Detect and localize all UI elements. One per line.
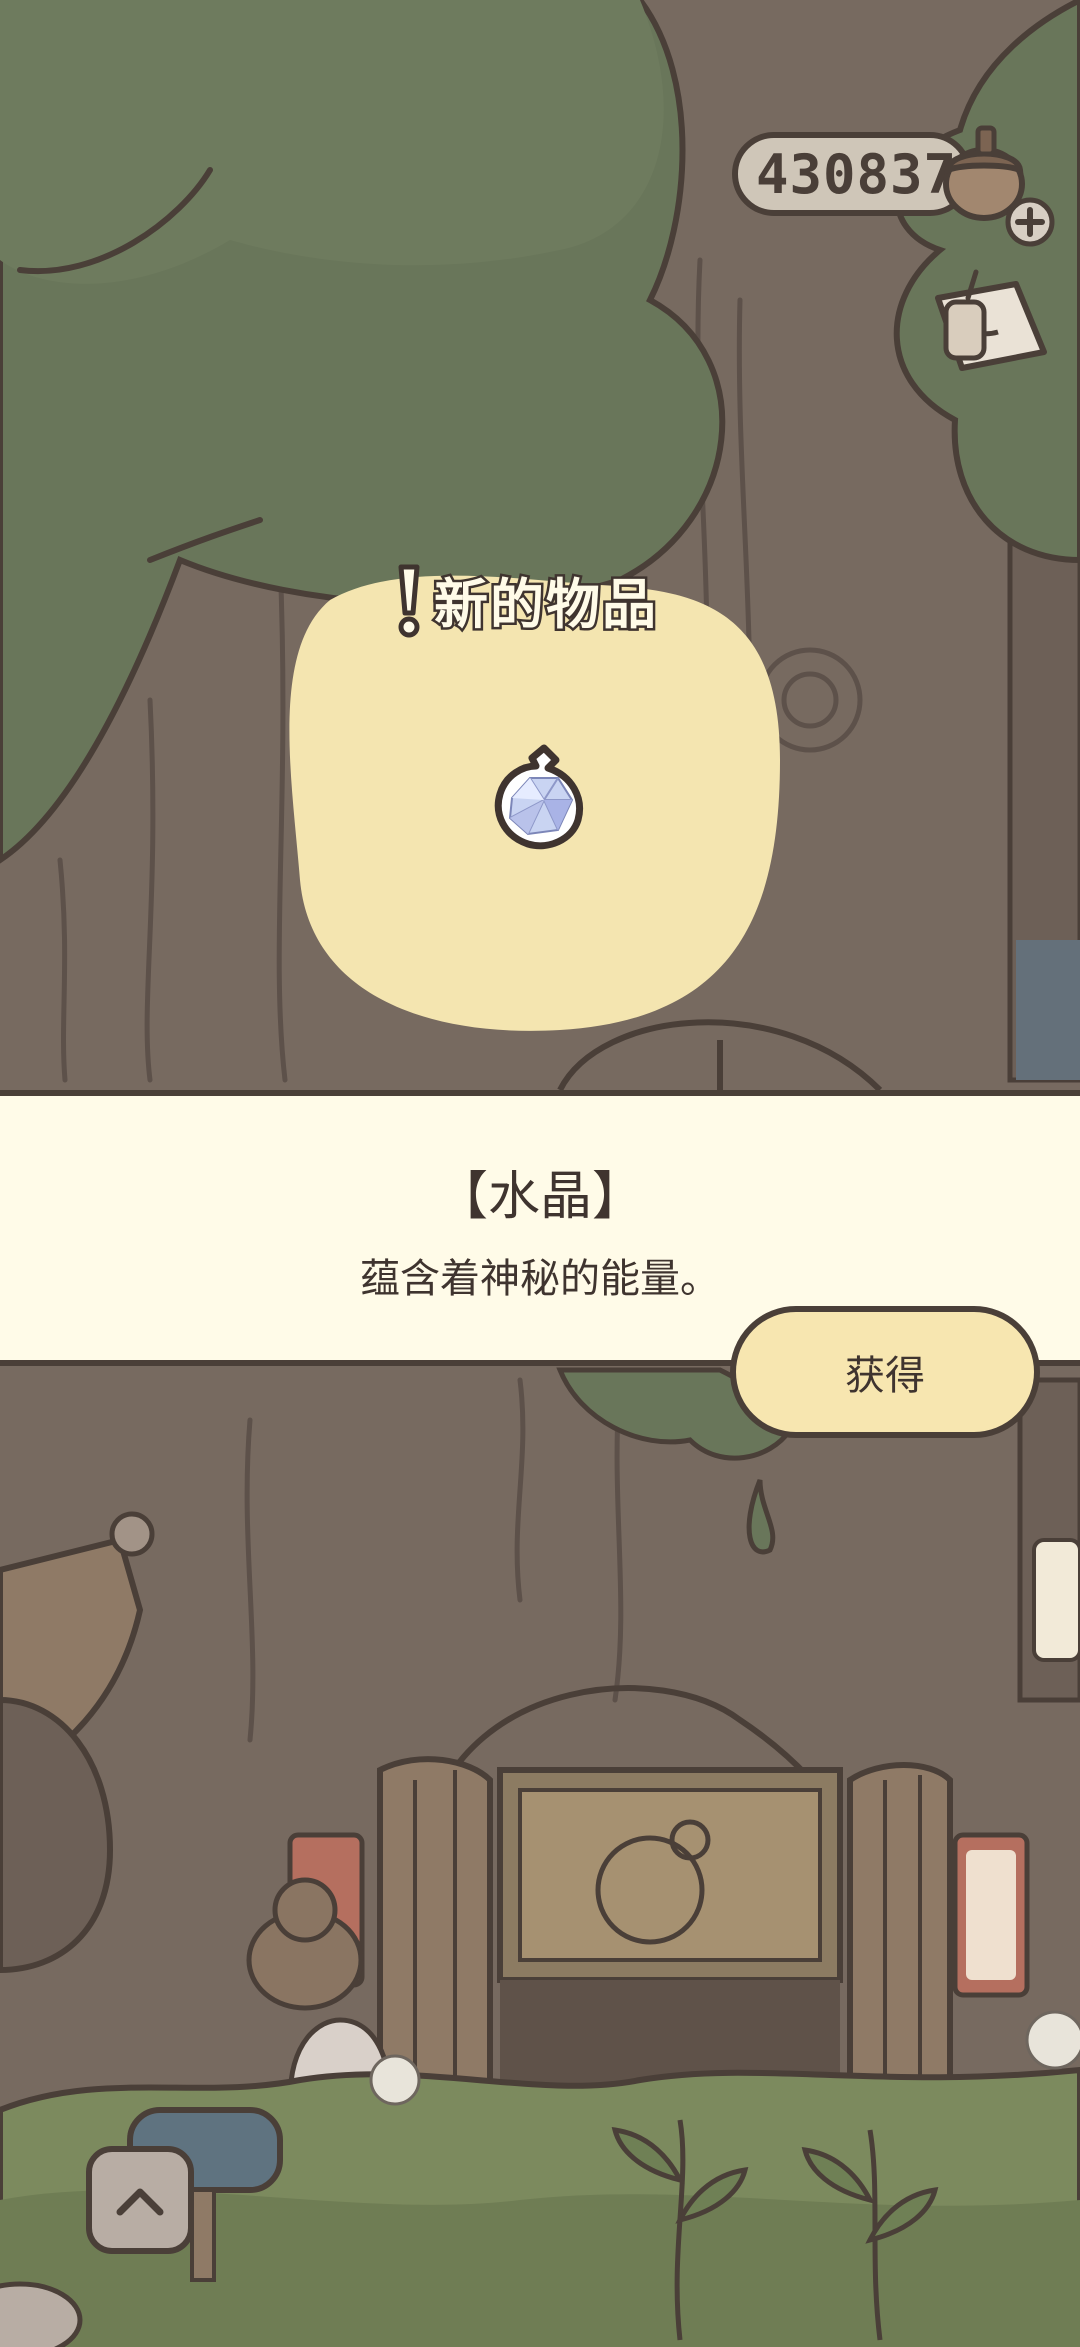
game-screen: 430837 新的物品 【水晶】 蕴含着神秘的能量。 获得 (0, 0, 1080, 2347)
new-item-label: 新的物品 (392, 560, 659, 639)
plus-icon[interactable] (1004, 196, 1056, 248)
obtain-button[interactable]: 获得 (730, 1306, 1040, 1438)
new-item-title: 新的物品 (432, 571, 659, 639)
item-description: 蕴含着神秘的能量。 (360, 1256, 720, 1302)
letter-icon[interactable] (928, 268, 1054, 378)
crystal-icon (494, 744, 583, 850)
chevron-up-icon (116, 2188, 164, 2216)
acorn-count: 430837 (756, 142, 958, 206)
obtain-button-label: 获得 (845, 1353, 925, 1399)
exclamation-icon (398, 564, 420, 637)
item-name: 【水晶】 (435, 1167, 644, 1227)
collapse-button[interactable] (86, 2146, 194, 2254)
